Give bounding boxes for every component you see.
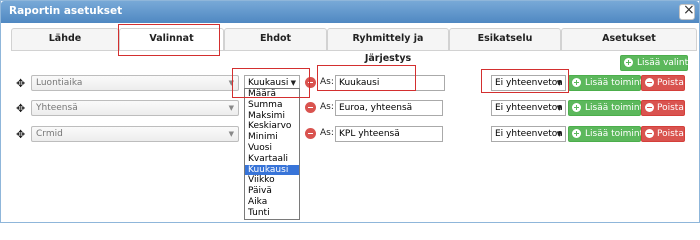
minus-icon <box>645 78 654 87</box>
field-value: Luontiaika <box>36 78 83 88</box>
chevron-down-icon: ▼ <box>556 104 562 112</box>
report-settings-dialog: Raportin asetukset Lähde Valinnat Ehdot … <box>0 0 700 223</box>
add-function-button[interactable]: Lisää toiminto <box>568 100 649 116</box>
window-title: Raportin asetukset <box>9 5 123 17</box>
close-button[interactable] <box>679 2 695 20</box>
dropdown-option[interactable]: Aika <box>245 197 299 208</box>
titlebar[interactable]: Raportin asetukset <box>1 1 699 23</box>
aggregation-value: Kuukausi <box>248 78 289 88</box>
remove-button[interactable]: Poista <box>641 75 685 91</box>
as-label: As: <box>320 77 334 87</box>
move-icon[interactable]: ✥ <box>16 77 25 90</box>
chevron-down-icon: ▼ <box>228 104 234 112</box>
field-select[interactable]: Luontiaika ▼ <box>31 75 239 91</box>
summary-value: Ei yhteenvetoa <box>495 78 563 88</box>
tab-bar: Lähde Valinnat Ehdot Ryhmittely ja Järje… <box>11 28 697 64</box>
chevron-down-icon: ▼ <box>228 130 234 138</box>
remove-aggregation-icon[interactable] <box>305 128 316 139</box>
dropdown-option[interactable]: Tunti <box>245 208 299 219</box>
selection-row: ✥ Yhteensä ▼ As: Euroa, yhteensä Ei yhte… <box>1 100 700 120</box>
field-select[interactable]: Crmid ▼ <box>31 126 239 142</box>
remove-label: Poista <box>657 129 684 139</box>
plus-icon <box>572 103 581 112</box>
remove-aggregation-icon[interactable] <box>305 77 316 88</box>
minus-icon <box>645 103 654 112</box>
tab-valinnat[interactable]: Valinnat <box>119 28 224 51</box>
dropdown-option[interactable]: Minimi <box>245 132 299 143</box>
tab-asetukset[interactable]: Asetukset <box>561 28 697 50</box>
dropdown-option[interactable]: Summa <box>245 100 299 111</box>
plus-icon <box>572 129 581 138</box>
alias-input[interactable]: Euroa, yhteensä <box>335 100 443 116</box>
remove-button[interactable]: Poista <box>641 100 685 116</box>
add-selection-button[interactable]: Lisää valinta <box>620 55 694 71</box>
add-function-button[interactable]: Lisää toiminto <box>568 75 649 91</box>
tab-ryhmittely[interactable]: Ryhmittely ja Järjestys <box>327 28 449 64</box>
dropdown-option[interactable]: Vuosi <box>245 143 299 154</box>
selection-row: ✥ Crmid ▼ As: KPL yhteensä Ei yhteenveto… <box>1 126 700 146</box>
plus-icon <box>624 58 633 67</box>
field-value: Crmid <box>36 129 63 139</box>
dropdown-option-selected[interactable]: Kuukausi <box>245 164 299 176</box>
minus-icon <box>645 129 654 138</box>
dropdown-option[interactable]: Kvartaali <box>245 154 299 165</box>
add-function-label: Lisää toiminto <box>585 129 649 139</box>
dropdown-option[interactable]: Viikko <box>245 175 299 186</box>
add-selection-label: Lisää valinta <box>637 58 694 68</box>
summary-select[interactable]: Ei yhteenvetoa ▼ <box>491 75 566 91</box>
chevron-down-icon: ▼ <box>228 79 234 87</box>
plus-icon <box>572 78 581 87</box>
tab-ehdot[interactable]: Ehdot <box>224 28 327 50</box>
remove-label: Poista <box>657 78 684 88</box>
field-select[interactable]: Yhteensä ▼ <box>31 100 239 116</box>
aggregation-dropdown-list: Määrä Summa Maksimi Keskiarvo Minimi Vuo… <box>244 88 300 220</box>
as-label: As: <box>320 102 334 112</box>
move-icon[interactable]: ✥ <box>16 102 25 115</box>
tab-lahde[interactable]: Lähde <box>11 28 119 50</box>
summary-value: Ei yhteenvetoa <box>495 103 563 113</box>
as-label: As: <box>320 128 334 138</box>
selection-row: ✥ Luontiaika ▼ Kuukausi ▼ As: Kuukausi E… <box>1 75 700 95</box>
tab-esikatselu[interactable]: Esikatselu <box>449 28 561 50</box>
dropdown-option[interactable]: Määrä <box>245 89 299 100</box>
summary-select[interactable]: Ei yhteenvetoa ▼ <box>491 126 566 142</box>
chevron-down-icon: ▼ <box>556 79 562 87</box>
dropdown-option[interactable]: Maksimi <box>245 111 299 122</box>
chevron-down-icon: ▼ <box>556 130 562 138</box>
remove-button[interactable]: Poista <box>641 126 685 142</box>
alias-input[interactable]: Kuukausi <box>335 75 445 91</box>
field-value: Yhteensä <box>36 103 78 113</box>
move-icon[interactable]: ✥ <box>16 128 25 141</box>
add-function-label: Lisää toiminto <box>585 78 649 88</box>
add-function-label: Lisää toiminto <box>585 103 649 113</box>
remove-label: Poista <box>657 103 684 113</box>
dropdown-option[interactable]: Keskiarvo <box>245 121 299 132</box>
alias-input[interactable]: KPL yhteensä <box>335 126 443 142</box>
dropdown-option[interactable]: Päivä <box>245 186 299 197</box>
add-function-button[interactable]: Lisää toiminto <box>568 126 649 142</box>
summary-select[interactable]: Ei yhteenvetoa ▼ <box>491 100 566 116</box>
summary-value: Ei yhteenvetoa <box>495 129 563 139</box>
remove-aggregation-icon[interactable] <box>305 102 316 113</box>
tab-divider <box>11 50 697 51</box>
